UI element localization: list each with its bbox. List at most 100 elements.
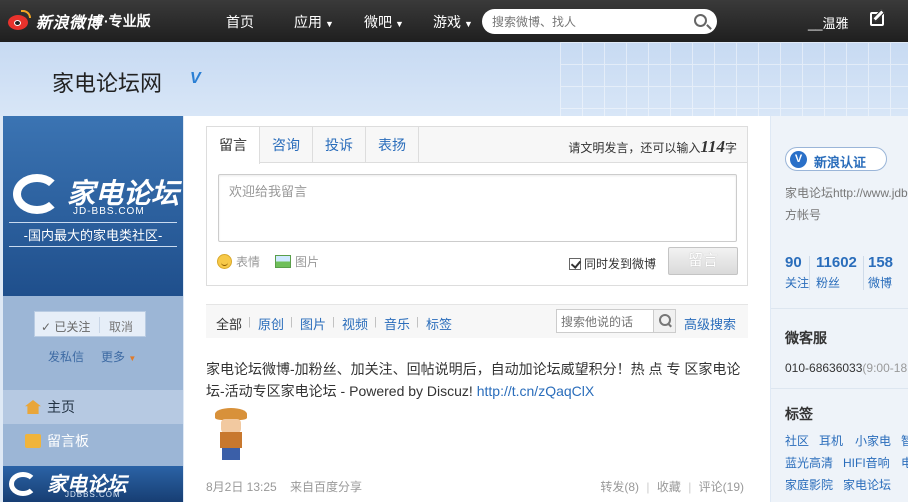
tag-item[interactable]: HIFI音响 bbox=[843, 454, 890, 471]
char-count-hint: 请文明发言，还可以输入114字 bbox=[568, 137, 737, 157]
verified-label: 新浪认证 bbox=[814, 155, 867, 170]
global-search-input[interactable] bbox=[492, 13, 682, 30]
profile-nav-home-label: 主页 bbox=[47, 399, 75, 415]
remaining-char-count: 114 bbox=[700, 137, 725, 156]
tab-message[interactable]: 留言 bbox=[207, 127, 260, 164]
divider bbox=[863, 256, 864, 290]
feed-item-actions: 转发(8) | 收藏 | 评论(19) bbox=[600, 478, 744, 495]
repost-link[interactable]: 转发(8) bbox=[600, 480, 639, 494]
feed-item-text: 家电论坛微博-加粉丝、加关注、回帖说明后，自动加论坛威望积分！热 点 专 区家电… bbox=[206, 358, 748, 402]
feed-search-input[interactable] bbox=[561, 314, 651, 329]
tag-item[interactable]: 社区 bbox=[785, 432, 809, 449]
description-line: 方帐号 bbox=[785, 208, 822, 222]
left-sidebar: 家电论坛 JD-BBS.COM -国内最大的家电类社区- ✓ 已关注 取消 发私… bbox=[3, 116, 183, 502]
more-label: 更多 bbox=[101, 350, 126, 364]
composer-tabs: 留言 咨询 投诉 表扬 请文明发言，还可以输入114字 bbox=[207, 127, 747, 164]
nav-home-label: 首页 bbox=[226, 14, 254, 30]
followed-label: 已关注 bbox=[54, 320, 91, 334]
username-link[interactable]: __温雅 bbox=[808, 13, 848, 32]
nav-games-label: 游戏 bbox=[433, 14, 461, 30]
stat-label: 关注 bbox=[785, 276, 810, 290]
filter-separator: | bbox=[416, 316, 419, 328]
page-title: 家电论坛网 bbox=[52, 71, 163, 96]
phone-hours: (9:00-18:00) bbox=[862, 361, 908, 375]
nav-home[interactable]: 首页 bbox=[226, 12, 254, 32]
nav-apps[interactable]: 应用 ▼ bbox=[294, 12, 334, 32]
emoji-button[interactable]: 表情 bbox=[217, 253, 260, 270]
chevron-down-icon: ▼ bbox=[464, 19, 473, 29]
watermark-logo: 家电论坛 JDBBS.COM bbox=[3, 466, 183, 502]
tab-complaint[interactable]: 投诉 bbox=[313, 127, 366, 163]
message-textarea[interactable]: 欢迎给我留言 bbox=[218, 174, 737, 242]
image-label: 图片 bbox=[295, 255, 320, 269]
stat-following[interactable]: 90 关注 bbox=[785, 254, 809, 291]
tags-heading: 标签 bbox=[785, 406, 813, 422]
phone-number: 010-68636033 bbox=[785, 361, 863, 375]
stat-posts[interactable]: 158 微博 bbox=[868, 254, 893, 291]
unfollow-button[interactable]: 取消 bbox=[109, 318, 133, 335]
filter-separator: | bbox=[374, 316, 377, 328]
nav-games[interactable]: 游戏 ▼ bbox=[433, 12, 473, 32]
stat-followers[interactable]: 11602 粉丝 bbox=[816, 254, 857, 291]
compose-icon[interactable] bbox=[870, 12, 884, 26]
comment-link[interactable]: 评论(19) bbox=[699, 480, 744, 494]
filter-original[interactable]: 原创 bbox=[258, 314, 284, 333]
image-button[interactable]: 图片 bbox=[275, 253, 319, 270]
profile-nav-message-board[interactable]: 留言板 bbox=[3, 424, 183, 458]
tag-item[interactable]: 小家电 bbox=[855, 432, 891, 449]
feed-item-date[interactable]: 8月2日 13:25 bbox=[206, 478, 277, 495]
submit-message-button[interactable]: 留言 bbox=[668, 247, 738, 275]
feed-filter-bar: 全部 | 原创 | 图片 | 视频 | 音乐 | 标签 高级搜索 bbox=[206, 304, 748, 338]
filter-video[interactable]: 视频 bbox=[342, 314, 368, 333]
profile-banner: 家电论坛网 V bbox=[0, 42, 908, 116]
sync-label: 同时发到微博 bbox=[584, 257, 657, 271]
nav-weiba-label: 微吧 bbox=[364, 14, 392, 30]
tag-item[interactable]: 电 bbox=[901, 454, 908, 471]
global-search bbox=[482, 9, 717, 34]
favorite-link[interactable]: 收藏 bbox=[657, 480, 681, 494]
advanced-search-link[interactable]: 高级搜索 bbox=[684, 314, 736, 333]
verified-icon[interactable]: V bbox=[190, 70, 201, 88]
source-link[interactable]: 百度分享 bbox=[314, 480, 362, 494]
divider bbox=[99, 317, 100, 333]
filter-pictures[interactable]: 图片 bbox=[300, 314, 326, 333]
tag-item[interactable]: 耳机 bbox=[819, 432, 843, 449]
tab-praise[interactable]: 表扬 bbox=[366, 127, 419, 163]
tab-inquiry[interactable]: 咨询 bbox=[260, 127, 313, 163]
more-menu[interactable]: 更多 ▼ bbox=[101, 348, 136, 365]
avatar[interactable]: 家电论坛 JD-BBS.COM -国内最大的家电类社区- bbox=[3, 116, 183, 296]
logo-text: 新浪微博 bbox=[36, 15, 103, 32]
filter-music[interactable]: 音乐 bbox=[384, 314, 410, 333]
brand-swirl-icon bbox=[13, 174, 61, 214]
profile-nav-message-board-label: 留言板 bbox=[47, 433, 89, 449]
action-separator: | bbox=[646, 480, 650, 494]
feed-item-link[interactable]: http://t.cn/zQaqClX bbox=[477, 383, 595, 399]
sina-weibo-logo[interactable]: 新浪微博 ·专业版 bbox=[6, 9, 151, 33]
filter-separator: | bbox=[248, 316, 251, 328]
weibo-eye-icon bbox=[6, 10, 32, 32]
profile-nav-home[interactable]: 主页 bbox=[3, 390, 183, 424]
send-message-link[interactable]: 发私信 bbox=[48, 348, 84, 365]
service-phone: 010-68636033(9:00-18:00) bbox=[785, 361, 908, 375]
search-icon[interactable] bbox=[694, 14, 707, 27]
followed-button[interactable]: ✓ 已关注 bbox=[41, 318, 90, 335]
feed-item-image[interactable] bbox=[212, 408, 250, 462]
feed-search bbox=[556, 309, 676, 333]
tag-item[interactable]: 蓝光高清 bbox=[785, 454, 833, 471]
sync-to-weibo[interactable]: 同时发到微博 bbox=[569, 255, 656, 272]
filter-all[interactable]: 全部 bbox=[216, 314, 242, 333]
top-bar: 新浪微博 ·专业版 首页 应用▼ 微吧▼ 游戏▼ __温雅 bbox=[0, 0, 908, 42]
picture-icon bbox=[275, 255, 291, 268]
verified-icon: V bbox=[790, 151, 807, 168]
avatar-slogan: -国内最大的家电类社区- bbox=[9, 222, 177, 247]
sina-verified-badge[interactable]: V 新浪认证 bbox=[785, 147, 887, 171]
tag-item[interactable]: 智 bbox=[901, 432, 908, 449]
search-icon[interactable] bbox=[653, 310, 675, 332]
smiley-icon bbox=[217, 254, 232, 269]
filter-separator: | bbox=[290, 316, 293, 328]
tag-item[interactable]: 家电论坛 bbox=[843, 476, 891, 493]
sync-checkbox[interactable] bbox=[569, 257, 581, 270]
nav-weiba[interactable]: 微吧 ▼ bbox=[364, 12, 404, 32]
tag-item[interactable]: 家庭影院 bbox=[785, 476, 833, 493]
filter-tags[interactable]: 标签 bbox=[426, 314, 452, 333]
